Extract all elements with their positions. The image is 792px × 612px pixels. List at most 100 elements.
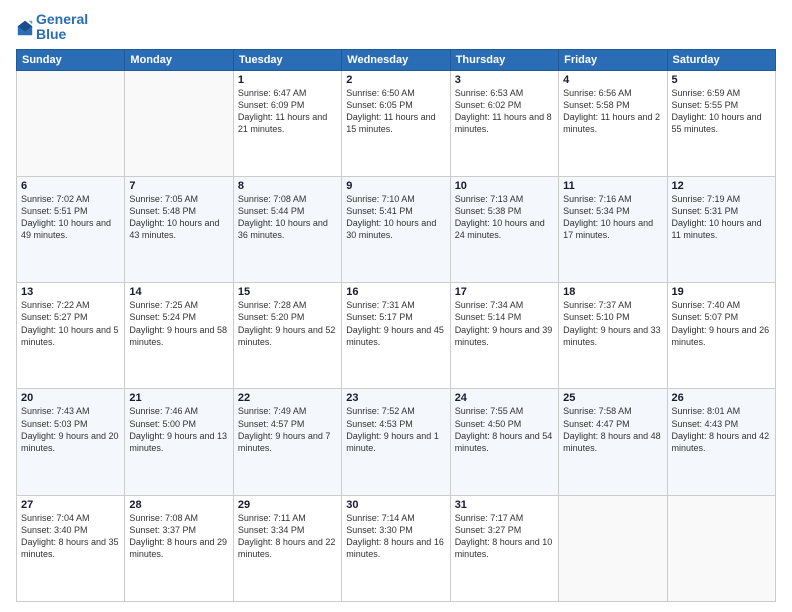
- cell-info: Sunrise: 7:10 AM Sunset: 5:41 PM Dayligh…: [346, 193, 445, 242]
- calendar-cell: 4Sunrise: 6:56 AM Sunset: 5:58 PM Daylig…: [559, 70, 667, 176]
- cell-info: Sunrise: 7:04 AM Sunset: 3:40 PM Dayligh…: [21, 512, 120, 561]
- cell-info: Sunrise: 7:02 AM Sunset: 5:51 PM Dayligh…: [21, 193, 120, 242]
- calendar-cell: [667, 495, 775, 601]
- day-header-thursday: Thursday: [450, 49, 558, 70]
- day-number: 5: [672, 74, 771, 86]
- calendar-week-1: 1Sunrise: 6:47 AM Sunset: 6:09 PM Daylig…: [17, 70, 776, 176]
- calendar-cell: 27Sunrise: 7:04 AM Sunset: 3:40 PM Dayli…: [17, 495, 125, 601]
- cell-info: Sunrise: 7:25 AM Sunset: 5:24 PM Dayligh…: [129, 299, 228, 348]
- cell-info: Sunrise: 7:40 AM Sunset: 5:07 PM Dayligh…: [672, 299, 771, 348]
- day-header-friday: Friday: [559, 49, 667, 70]
- calendar-cell: 14Sunrise: 7:25 AM Sunset: 5:24 PM Dayli…: [125, 283, 233, 389]
- day-number: 31: [455, 499, 554, 511]
- calendar-header-row: SundayMondayTuesdayWednesdayThursdayFrid…: [17, 49, 776, 70]
- cell-info: Sunrise: 7:37 AM Sunset: 5:10 PM Dayligh…: [563, 299, 662, 348]
- calendar-cell: 3Sunrise: 6:53 AM Sunset: 6:02 PM Daylig…: [450, 70, 558, 176]
- day-number: 25: [563, 392, 662, 404]
- calendar-cell: 29Sunrise: 7:11 AM Sunset: 3:34 PM Dayli…: [233, 495, 341, 601]
- cell-info: Sunrise: 6:56 AM Sunset: 5:58 PM Dayligh…: [563, 87, 662, 136]
- calendar-cell: [17, 70, 125, 176]
- cell-info: Sunrise: 7:08 AM Sunset: 5:44 PM Dayligh…: [238, 193, 337, 242]
- calendar-cell: 7Sunrise: 7:05 AM Sunset: 5:48 PM Daylig…: [125, 177, 233, 283]
- day-header-monday: Monday: [125, 49, 233, 70]
- cell-info: Sunrise: 7:49 AM Sunset: 4:57 PM Dayligh…: [238, 405, 337, 454]
- calendar-cell: 21Sunrise: 7:46 AM Sunset: 5:00 PM Dayli…: [125, 389, 233, 495]
- calendar-cell: 12Sunrise: 7:19 AM Sunset: 5:31 PM Dayli…: [667, 177, 775, 283]
- day-header-saturday: Saturday: [667, 49, 775, 70]
- day-number: 26: [672, 392, 771, 404]
- calendar-cell: 9Sunrise: 7:10 AM Sunset: 5:41 PM Daylig…: [342, 177, 450, 283]
- cell-info: Sunrise: 7:08 AM Sunset: 3:37 PM Dayligh…: [129, 512, 228, 561]
- logo: General Blue: [16, 12, 88, 43]
- day-header-tuesday: Tuesday: [233, 49, 341, 70]
- calendar-cell: 1Sunrise: 6:47 AM Sunset: 6:09 PM Daylig…: [233, 70, 341, 176]
- day-number: 23: [346, 392, 445, 404]
- calendar-cell: 28Sunrise: 7:08 AM Sunset: 3:37 PM Dayli…: [125, 495, 233, 601]
- day-number: 12: [672, 180, 771, 192]
- calendar-cell: 15Sunrise: 7:28 AM Sunset: 5:20 PM Dayli…: [233, 283, 341, 389]
- day-number: 8: [238, 180, 337, 192]
- cell-info: Sunrise: 7:52 AM Sunset: 4:53 PM Dayligh…: [346, 405, 445, 454]
- cell-info: Sunrise: 7:19 AM Sunset: 5:31 PM Dayligh…: [672, 193, 771, 242]
- day-number: 14: [129, 286, 228, 298]
- calendar-cell: [125, 70, 233, 176]
- day-number: 17: [455, 286, 554, 298]
- day-number: 7: [129, 180, 228, 192]
- day-number: 2: [346, 74, 445, 86]
- day-number: 19: [672, 286, 771, 298]
- day-number: 24: [455, 392, 554, 404]
- cell-info: Sunrise: 6:47 AM Sunset: 6:09 PM Dayligh…: [238, 87, 337, 136]
- day-number: 16: [346, 286, 445, 298]
- calendar-cell: 22Sunrise: 7:49 AM Sunset: 4:57 PM Dayli…: [233, 389, 341, 495]
- cell-info: Sunrise: 7:28 AM Sunset: 5:20 PM Dayligh…: [238, 299, 337, 348]
- calendar-cell: 23Sunrise: 7:52 AM Sunset: 4:53 PM Dayli…: [342, 389, 450, 495]
- calendar-cell: 31Sunrise: 7:17 AM Sunset: 3:27 PM Dayli…: [450, 495, 558, 601]
- day-number: 9: [346, 180, 445, 192]
- cell-info: Sunrise: 7:34 AM Sunset: 5:14 PM Dayligh…: [455, 299, 554, 348]
- cell-info: Sunrise: 7:17 AM Sunset: 3:27 PM Dayligh…: [455, 512, 554, 561]
- cell-info: Sunrise: 6:50 AM Sunset: 6:05 PM Dayligh…: [346, 87, 445, 136]
- day-number: 29: [238, 499, 337, 511]
- cell-info: Sunrise: 7:05 AM Sunset: 5:48 PM Dayligh…: [129, 193, 228, 242]
- day-number: 21: [129, 392, 228, 404]
- calendar-cell: 16Sunrise: 7:31 AM Sunset: 5:17 PM Dayli…: [342, 283, 450, 389]
- calendar-week-4: 20Sunrise: 7:43 AM Sunset: 5:03 PM Dayli…: [17, 389, 776, 495]
- calendar-cell: 20Sunrise: 7:43 AM Sunset: 5:03 PM Dayli…: [17, 389, 125, 495]
- cell-info: Sunrise: 7:11 AM Sunset: 3:34 PM Dayligh…: [238, 512, 337, 561]
- cell-info: Sunrise: 7:14 AM Sunset: 3:30 PM Dayligh…: [346, 512, 445, 561]
- calendar-cell: 25Sunrise: 7:58 AM Sunset: 4:47 PM Dayli…: [559, 389, 667, 495]
- calendar-cell: 13Sunrise: 7:22 AM Sunset: 5:27 PM Dayli…: [17, 283, 125, 389]
- calendar-cell: 30Sunrise: 7:14 AM Sunset: 3:30 PM Dayli…: [342, 495, 450, 601]
- day-number: 11: [563, 180, 662, 192]
- cell-info: Sunrise: 6:53 AM Sunset: 6:02 PM Dayligh…: [455, 87, 554, 136]
- day-number: 4: [563, 74, 662, 86]
- day-number: 13: [21, 286, 120, 298]
- calendar-cell: 2Sunrise: 6:50 AM Sunset: 6:05 PM Daylig…: [342, 70, 450, 176]
- cell-info: Sunrise: 7:16 AM Sunset: 5:34 PM Dayligh…: [563, 193, 662, 242]
- day-number: 28: [129, 499, 228, 511]
- day-number: 18: [563, 286, 662, 298]
- cell-info: Sunrise: 6:59 AM Sunset: 5:55 PM Dayligh…: [672, 87, 771, 136]
- cell-info: Sunrise: 7:46 AM Sunset: 5:00 PM Dayligh…: [129, 405, 228, 454]
- day-header-sunday: Sunday: [17, 49, 125, 70]
- calendar-cell: [559, 495, 667, 601]
- calendar-table: SundayMondayTuesdayWednesdayThursdayFrid…: [16, 49, 776, 602]
- day-number: 30: [346, 499, 445, 511]
- page: General Blue SundayMondayTuesdayWednesda…: [0, 0, 792, 612]
- day-number: 6: [21, 180, 120, 192]
- calendar-week-5: 27Sunrise: 7:04 AM Sunset: 3:40 PM Dayli…: [17, 495, 776, 601]
- day-number: 27: [21, 499, 120, 511]
- cell-info: Sunrise: 7:22 AM Sunset: 5:27 PM Dayligh…: [21, 299, 120, 348]
- cell-info: Sunrise: 7:43 AM Sunset: 5:03 PM Dayligh…: [21, 405, 120, 454]
- calendar-cell: 26Sunrise: 8:01 AM Sunset: 4:43 PM Dayli…: [667, 389, 775, 495]
- logo-icon: [16, 19, 34, 37]
- calendar-cell: 8Sunrise: 7:08 AM Sunset: 5:44 PM Daylig…: [233, 177, 341, 283]
- calendar-cell: 17Sunrise: 7:34 AM Sunset: 5:14 PM Dayli…: [450, 283, 558, 389]
- calendar-cell: 19Sunrise: 7:40 AM Sunset: 5:07 PM Dayli…: [667, 283, 775, 389]
- day-number: 22: [238, 392, 337, 404]
- cell-info: Sunrise: 7:13 AM Sunset: 5:38 PM Dayligh…: [455, 193, 554, 242]
- calendar-cell: 11Sunrise: 7:16 AM Sunset: 5:34 PM Dayli…: [559, 177, 667, 283]
- day-number: 10: [455, 180, 554, 192]
- day-number: 15: [238, 286, 337, 298]
- cell-info: Sunrise: 7:31 AM Sunset: 5:17 PM Dayligh…: [346, 299, 445, 348]
